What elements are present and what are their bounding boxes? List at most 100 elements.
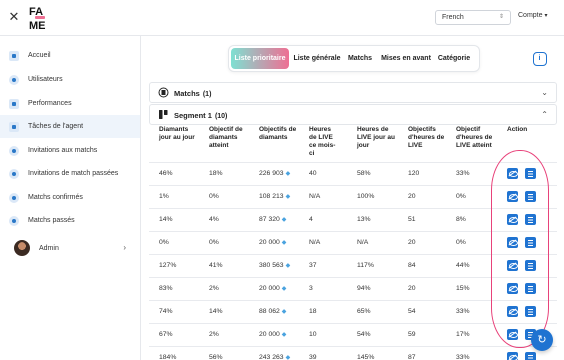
sidebar-item-performances[interactable]: Performances xyxy=(0,92,140,115)
accordion-count: (1) xyxy=(202,91,212,98)
hide-icon[interactable] xyxy=(507,214,518,225)
table-cell: 127% xyxy=(159,262,176,269)
table-row: 0% 0% 20 000 ◆ N/A N/A 20 0% xyxy=(149,231,557,254)
cell-value: 59 xyxy=(408,331,416,338)
sidebar-item-label: Tâches de l'agent xyxy=(28,123,84,130)
cell-value: 20 xyxy=(408,193,416,200)
sidebar-item-taches[interactable]: Tâches de l'agent xyxy=(0,115,140,138)
table-cell: 54% xyxy=(357,331,371,338)
hide-icon[interactable] xyxy=(507,306,518,317)
cell-value: 13% xyxy=(357,216,371,223)
accordion-segment[interactable]: Segment 1 (10) ⌃ xyxy=(149,104,557,125)
column-header: Diamants jour au jour xyxy=(159,126,195,141)
cell-value: 14% xyxy=(209,308,223,315)
table-cell: 59 xyxy=(408,331,416,338)
list-icon[interactable] xyxy=(525,260,536,271)
sidebar-item-utilisateurs[interactable]: Utilisateurs xyxy=(0,68,140,91)
table-cell: 39 xyxy=(309,354,317,360)
hide-icon[interactable] xyxy=(507,191,518,202)
hide-icon[interactable] xyxy=(507,283,518,294)
list-icon[interactable] xyxy=(525,214,536,225)
list-icon[interactable] xyxy=(525,283,536,294)
sidebar-item-matchs-confirmes[interactable]: Matchs confirmés xyxy=(0,186,140,209)
diamond-icon: ◆ xyxy=(281,286,287,292)
column-header: Objectifs de diamants xyxy=(259,126,297,141)
tab-liste-generale[interactable]: Liste générale xyxy=(291,48,343,69)
table-cell: 33% xyxy=(456,308,470,315)
svg-text:ME: ME xyxy=(29,20,46,32)
sidebar-item-matchs-passes[interactable]: Matchs passés xyxy=(0,209,140,232)
cell-value: 87 320 xyxy=(259,216,280,223)
table-cell: 4% xyxy=(209,216,219,223)
close-icon[interactable]: ✕ xyxy=(8,10,20,23)
list-icon[interactable] xyxy=(525,306,536,317)
cell-value: 2% xyxy=(209,331,219,338)
fame-logo: FA ME xyxy=(29,6,46,32)
table-cell: 15% xyxy=(456,285,470,292)
cell-value: 65% xyxy=(357,308,371,315)
chevron-right-icon: › xyxy=(123,243,126,252)
accordion-count: (10) xyxy=(214,113,228,120)
hide-icon[interactable] xyxy=(507,237,518,248)
cell-value: 20 000 xyxy=(259,239,280,246)
table-cell: 88 062 ◆ xyxy=(259,308,286,315)
table-cell: 18 xyxy=(309,308,317,315)
tab-matchs[interactable]: Matchs xyxy=(345,48,375,69)
list-icon[interactable] xyxy=(525,352,536,360)
cell-value: 67% xyxy=(159,331,173,338)
diamond-icon: ◆ xyxy=(285,194,291,200)
cell-value: 4% xyxy=(209,216,219,223)
refresh-fab[interactable] xyxy=(531,329,553,351)
diamond-icon: ◆ xyxy=(285,263,291,269)
sidebar-item-label: Utilisateurs xyxy=(28,76,63,83)
list-icon[interactable] xyxy=(525,237,536,248)
sidebar-item-accueil[interactable]: Accueil xyxy=(0,44,140,67)
hide-icon[interactable] xyxy=(507,329,518,340)
table-cell: 87 xyxy=(408,354,416,360)
list-icon[interactable] xyxy=(525,168,536,179)
hide-icon[interactable] xyxy=(507,260,518,271)
cell-value: 74% xyxy=(159,308,173,315)
info-icon[interactable] xyxy=(533,52,547,66)
table-cell: 184% xyxy=(159,354,176,360)
sidebar-item-invitations[interactable]: Invitations aux matchs xyxy=(0,139,140,162)
cell-value: 37 xyxy=(309,262,317,269)
cell-value: 56% xyxy=(209,354,223,360)
table-row: 74% 14% 88 062 ◆ 18 65% 54 33% xyxy=(149,300,557,323)
admin-menu[interactable]: Admin › xyxy=(14,240,126,256)
invite-icon xyxy=(9,192,19,203)
table-cell: 87 320 ◆ xyxy=(259,216,286,223)
table-row: 127% 41% 380 563 ◆ 37 117% 84 44% xyxy=(149,254,557,277)
table-body: 46% 18% 226 903 ◆ 40 58% 120 33% 1% 0% 108 213 ◆ N/A… xyxy=(149,162,557,360)
table-row: 83% 2% 20 000 ◆ 3 94% 20 15% xyxy=(149,277,557,300)
list-icon[interactable] xyxy=(525,191,536,202)
cell-value: 94% xyxy=(357,285,371,292)
hide-icon[interactable] xyxy=(507,352,518,360)
accordion-matchs[interactable]: Matchs (1) ⌄ xyxy=(149,82,557,103)
sidebar-item-invitations-passees[interactable]: Invitations de match passées xyxy=(0,162,140,185)
hide-icon[interactable] xyxy=(507,168,518,179)
tab-liste-prioritaire[interactable]: Liste prioritaire xyxy=(231,48,289,69)
table-cell: 100% xyxy=(357,193,374,200)
language-select[interactable]: French ⇕ xyxy=(435,10,511,25)
tab-categorie[interactable]: Catégorie xyxy=(435,48,473,69)
table-cell: 0% xyxy=(209,239,219,246)
table-cell: 56% xyxy=(209,354,223,360)
tasks-icon xyxy=(9,121,19,132)
cell-value: N/A xyxy=(309,239,321,246)
cell-value: 145% xyxy=(357,354,375,360)
tab-mises-en-avant[interactable]: Mises en avant xyxy=(379,48,433,69)
table-cell: N/A xyxy=(357,239,368,246)
cell-value: 18 xyxy=(309,308,317,315)
table-cell: 4 xyxy=(309,216,313,223)
table-cell: 120 xyxy=(408,170,419,177)
table-cell: 117% xyxy=(357,262,374,269)
table-cell: 37 xyxy=(309,262,317,269)
table-cell: 13% xyxy=(357,216,371,223)
table-cell: 0% xyxy=(159,239,169,246)
account-menu[interactable]: Compte ▾ xyxy=(518,12,547,19)
cell-value: 33% xyxy=(456,308,470,315)
table-cell: 8% xyxy=(456,216,466,223)
column-header: Objectif de diamants atteint xyxy=(209,126,243,149)
table-cell: 20 xyxy=(408,285,416,292)
